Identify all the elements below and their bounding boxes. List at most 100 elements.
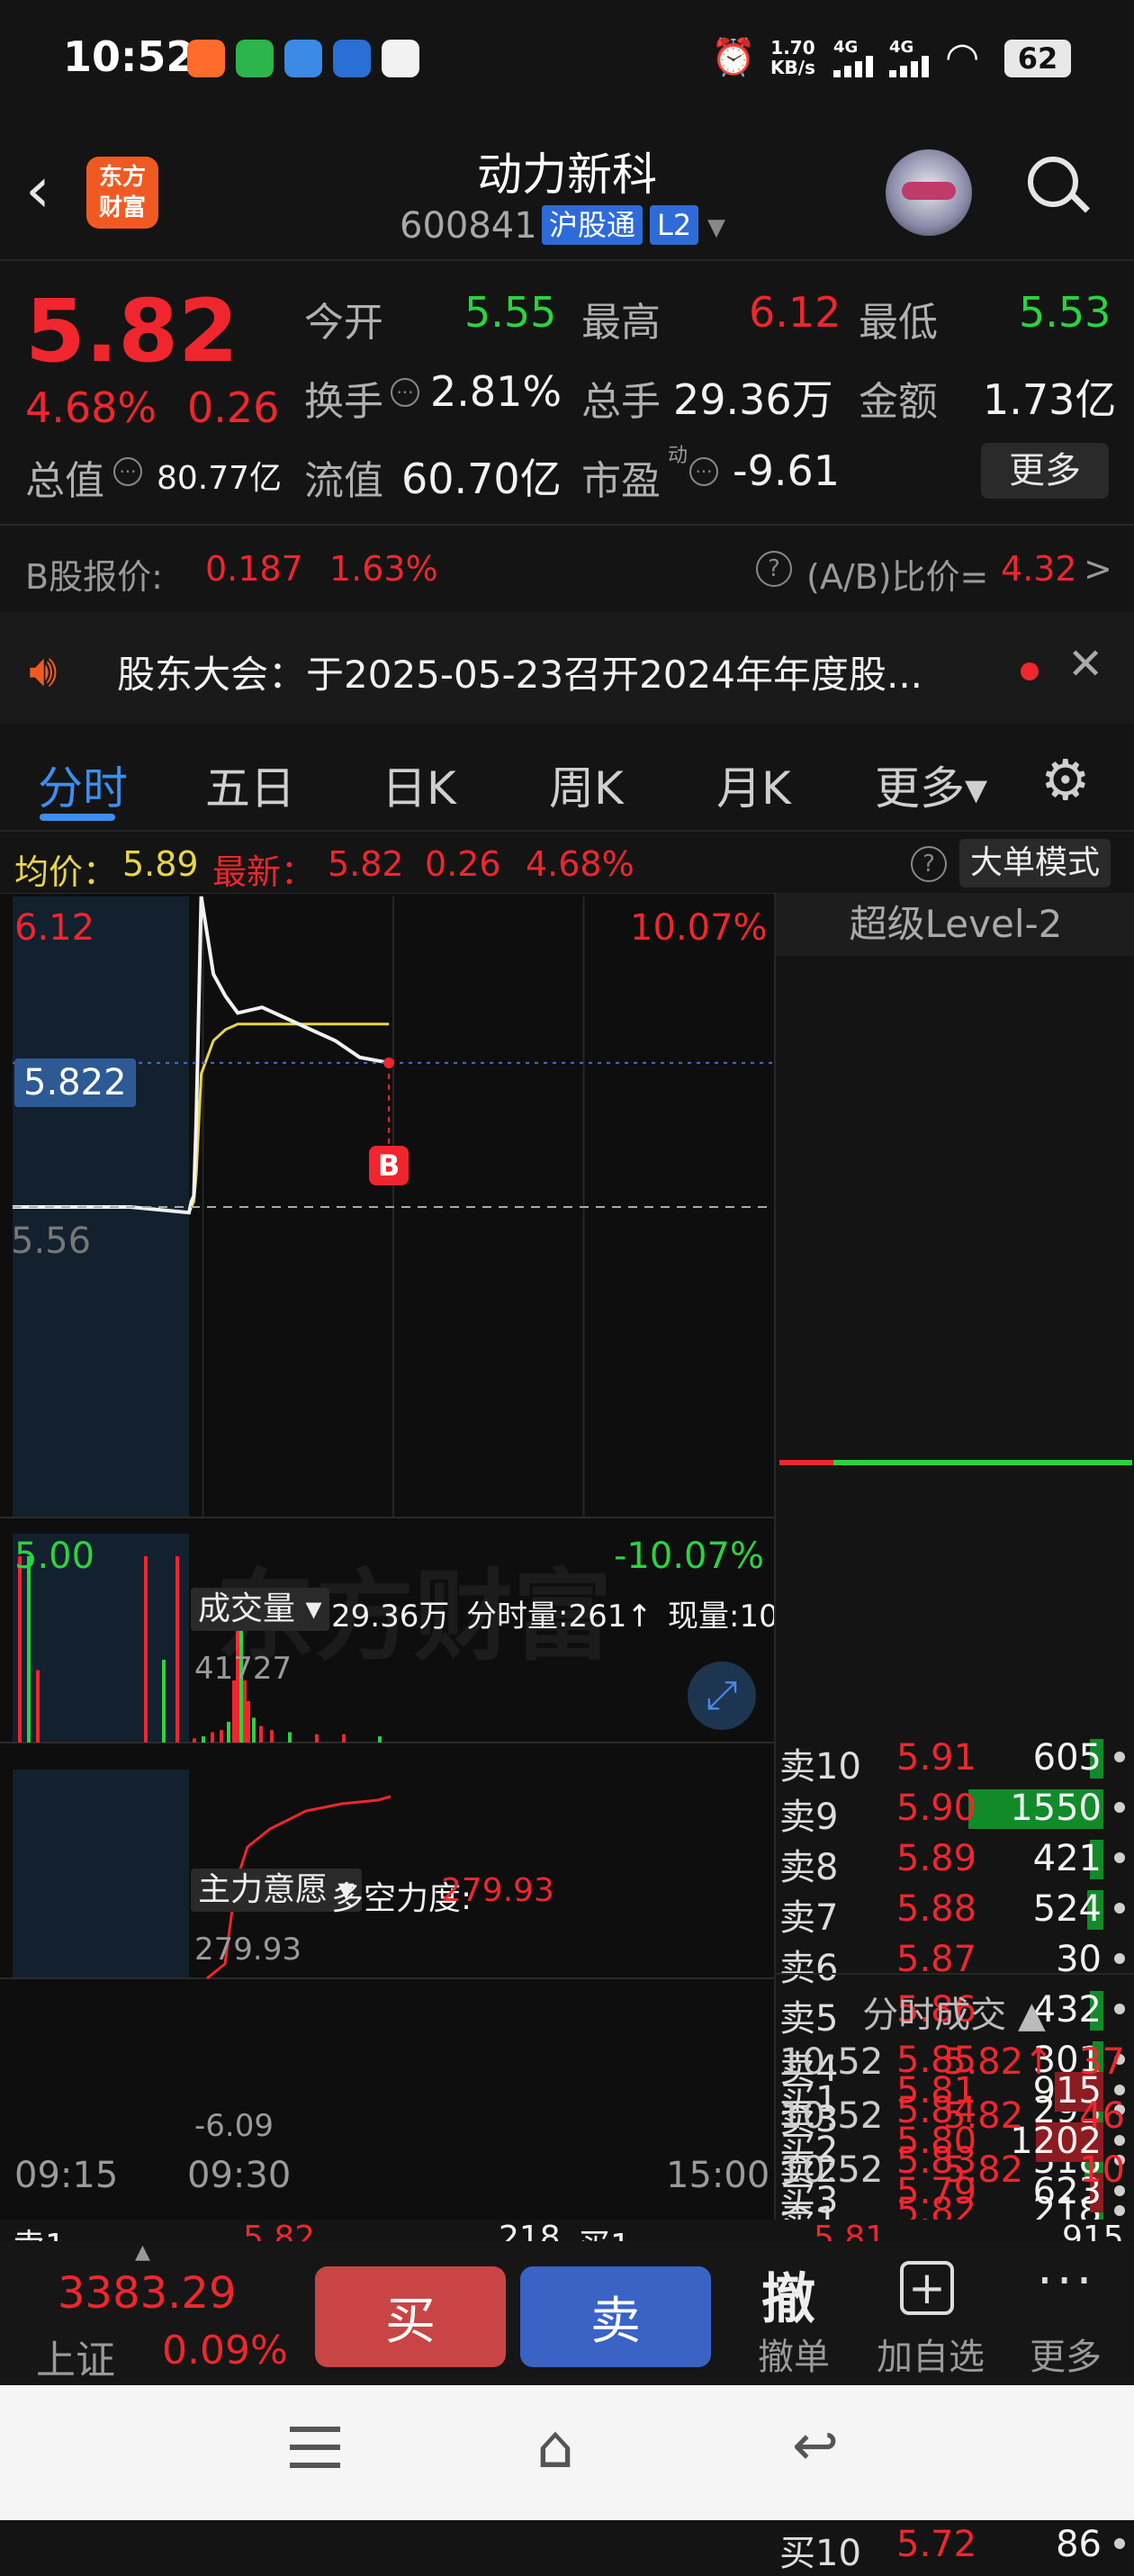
tab-monthly-k[interactable]: 月K <box>716 752 791 817</box>
low-label: 最低 <box>859 300 938 346</box>
mktcap-label: 总值 <box>25 458 104 504</box>
signal-bars-icon-2 <box>889 56 934 77</box>
index-value[interactable]: 3383.29 <box>58 2268 237 2319</box>
latest-pct: 4.68% <box>526 844 634 884</box>
index-pct: 0.09% <box>162 2328 288 2373</box>
y-axis-bottom-pct: -10.07% <box>614 1536 764 1577</box>
dropdown-arrow-icon[interactable]: ▼ <box>707 214 725 241</box>
level2-title[interactable]: 超级Level-2 <box>776 893 1134 956</box>
battery-icon: 62 <box>1004 40 1071 77</box>
buy-button[interactable]: 买 <box>315 2266 506 2367</box>
announcement-bar[interactable]: 🔊︎ 股东大会：于2025-05-23召开2024年年度股... ✕ <box>0 612 1134 724</box>
minute-volume: 分时量:261↑ <box>466 1599 652 1635</box>
help-icon[interactable]: ? <box>911 846 947 882</box>
more-button[interactable]: 更多 <box>981 443 1109 499</box>
clock: 10:52 <box>63 32 195 81</box>
current-volume: 现量:10 <box>668 1599 774 1635</box>
cancel-order-label[interactable]: 撤单 <box>758 2328 830 2380</box>
tab-intraday[interactable]: 分时 <box>38 752 128 817</box>
chevron-right-icon[interactable]: > <box>1084 549 1112 589</box>
info-dots-icon[interactable]: ··· <box>689 457 718 486</box>
trade-time: 10:52 <box>779 2149 884 2191</box>
volume-selector[interactable]: 成交量 ▾ <box>191 1588 329 1631</box>
b-share-pct: 1.63% <box>329 549 438 589</box>
pe-label: 市盈 <box>581 458 661 504</box>
sell-button[interactable]: 卖 <box>520 2266 711 2367</box>
status-bar: 10:52 ⏰ 1.70 KB/s 4G 4G ◠ 62 <box>0 0 1134 126</box>
info-dots-icon[interactable]: ··· <box>113 457 142 486</box>
ask-volume: 1550 <box>1010 1788 1102 1829</box>
more-label[interactable]: 更多 <box>1030 2328 1102 2380</box>
time-open: 09:30 <box>187 2155 292 2196</box>
robot-assistant-icon[interactable] <box>886 149 972 236</box>
ask-volume: 605 <box>1032 1737 1102 1779</box>
spread-divider <box>779 1460 1132 1465</box>
float-value: 60.70亿 <box>401 455 562 503</box>
trade-price: 5.82 <box>943 2149 1024 2191</box>
buy-marker[interactable]: B <box>369 1145 410 1185</box>
ask-dot <box>1114 1953 1125 1964</box>
ask-row[interactable]: 卖8 5.89 421 <box>779 1834 1134 1888</box>
volume-value: 29.36万 <box>673 375 833 424</box>
prev-close-label: 5.56 <box>11 1220 92 1262</box>
bid-row[interactable]: 买10 5.72 86 <box>779 2520 1134 2574</box>
more-dots-icon[interactable]: ··· <box>1037 2252 1095 2310</box>
announcement-text[interactable]: 股东大会：于2025-05-23召开2024年年度股... <box>117 644 922 699</box>
back-icon[interactable]: ↩ <box>792 2412 839 2478</box>
trade-row: 10:52 5.82↑ 37 <box>779 2038 1134 2088</box>
speaker-icon: 🔊︎ <box>29 644 58 697</box>
chart-area: 均价： 5.89 最新： 5.82 0.26 4.68% ? 大单模式 东方财富… <box>0 833 1134 2574</box>
cursor-price-label: 5.822 <box>14 1058 136 1107</box>
wifi-icon: ◠ <box>945 34 980 80</box>
add-watchlist-label[interactable]: 加自选 <box>877 2328 985 2380</box>
ab-ratio-value: 4.32 <box>1001 549 1077 589</box>
change-amount: 0.26 <box>187 383 280 432</box>
bid-volume: 86 <box>1056 2524 1102 2565</box>
info-dots-icon[interactable]: ··· <box>391 378 419 407</box>
current-price: 5.82 <box>25 281 238 382</box>
active-tab-indicator <box>40 814 115 821</box>
amount-label: 金额 <box>859 379 938 425</box>
tab-daily-k[interactable]: 日K <box>382 752 456 817</box>
help-icon[interactable]: ? <box>756 551 792 587</box>
ask-row[interactable]: 卖9 5.90 1550 <box>779 1784 1134 1838</box>
cancel-order-icon[interactable]: 撤 <box>761 2256 815 2334</box>
high-label: 最高 <box>581 300 661 346</box>
ask-label: 卖8 <box>779 1847 839 1888</box>
search-icon[interactable] <box>1028 157 1090 216</box>
trade-time: 10:52 <box>779 2095 884 2137</box>
ask-label: 卖6 <box>779 1948 839 1989</box>
close-icon[interactable]: ✕ <box>1067 639 1103 689</box>
ask-row[interactable]: 卖10 5.91 605 <box>779 1734 1134 1788</box>
add-watchlist-icon[interactable]: + <box>900 2261 954 2315</box>
home-icon[interactable]: ⌂ <box>536 2412 574 2481</box>
pe-value: -9.61 <box>733 446 841 495</box>
low-value: 5.53 <box>1019 288 1112 337</box>
high-value: 6.12 <box>749 288 842 337</box>
tab-weekly-k[interactable]: 周K <box>549 752 624 817</box>
ask-row[interactable]: 卖6 5.87 30 <box>779 1935 1134 1989</box>
tab-more[interactable]: 更多▾ <box>875 752 987 817</box>
expand-icon[interactable]: ⤢ <box>688 1662 756 1730</box>
net-speed: 1.70 KB/s <box>770 37 815 78</box>
y-axis-bottom: 5.00 <box>14 1536 95 1577</box>
hk-connect-badge: 沪股通 <box>542 205 644 245</box>
trades-title[interactable]: 分时成交 ▲ <box>774 1986 1134 2038</box>
signal-label-2: 4G <box>889 38 914 57</box>
ask-label: 卖10 <box>779 1746 861 1788</box>
ask-row[interactable]: 卖7 5.88 524 <box>779 1885 1134 1939</box>
large-order-mode-button[interactable]: 大单模式 <box>959 839 1112 887</box>
b-share-price: 0.187 <box>205 549 303 589</box>
stock-code: 600841 <box>400 205 537 247</box>
settings-gear-icon[interactable]: ⚙ <box>1040 747 1091 813</box>
expand-up-icon[interactable]: ▲ <box>135 2241 150 2264</box>
ask-price: 5.89 <box>896 1838 977 1879</box>
indicator-value: 279.93 <box>441 1872 554 1909</box>
bid-dot <box>1114 2538 1125 2549</box>
menu-icon[interactable] <box>290 2427 340 2468</box>
ab-ratio-label: (A/B)比价= <box>806 557 989 597</box>
turnover-label: 换手 <box>304 379 383 425</box>
chart-info-bar: 均价： 5.89 最新： 5.82 0.26 4.68% ? 大单模式 <box>0 833 1134 893</box>
y-axis-top-pct: 10.07% <box>630 907 768 949</box>
tab-five-day[interactable]: 五日 <box>205 752 295 817</box>
